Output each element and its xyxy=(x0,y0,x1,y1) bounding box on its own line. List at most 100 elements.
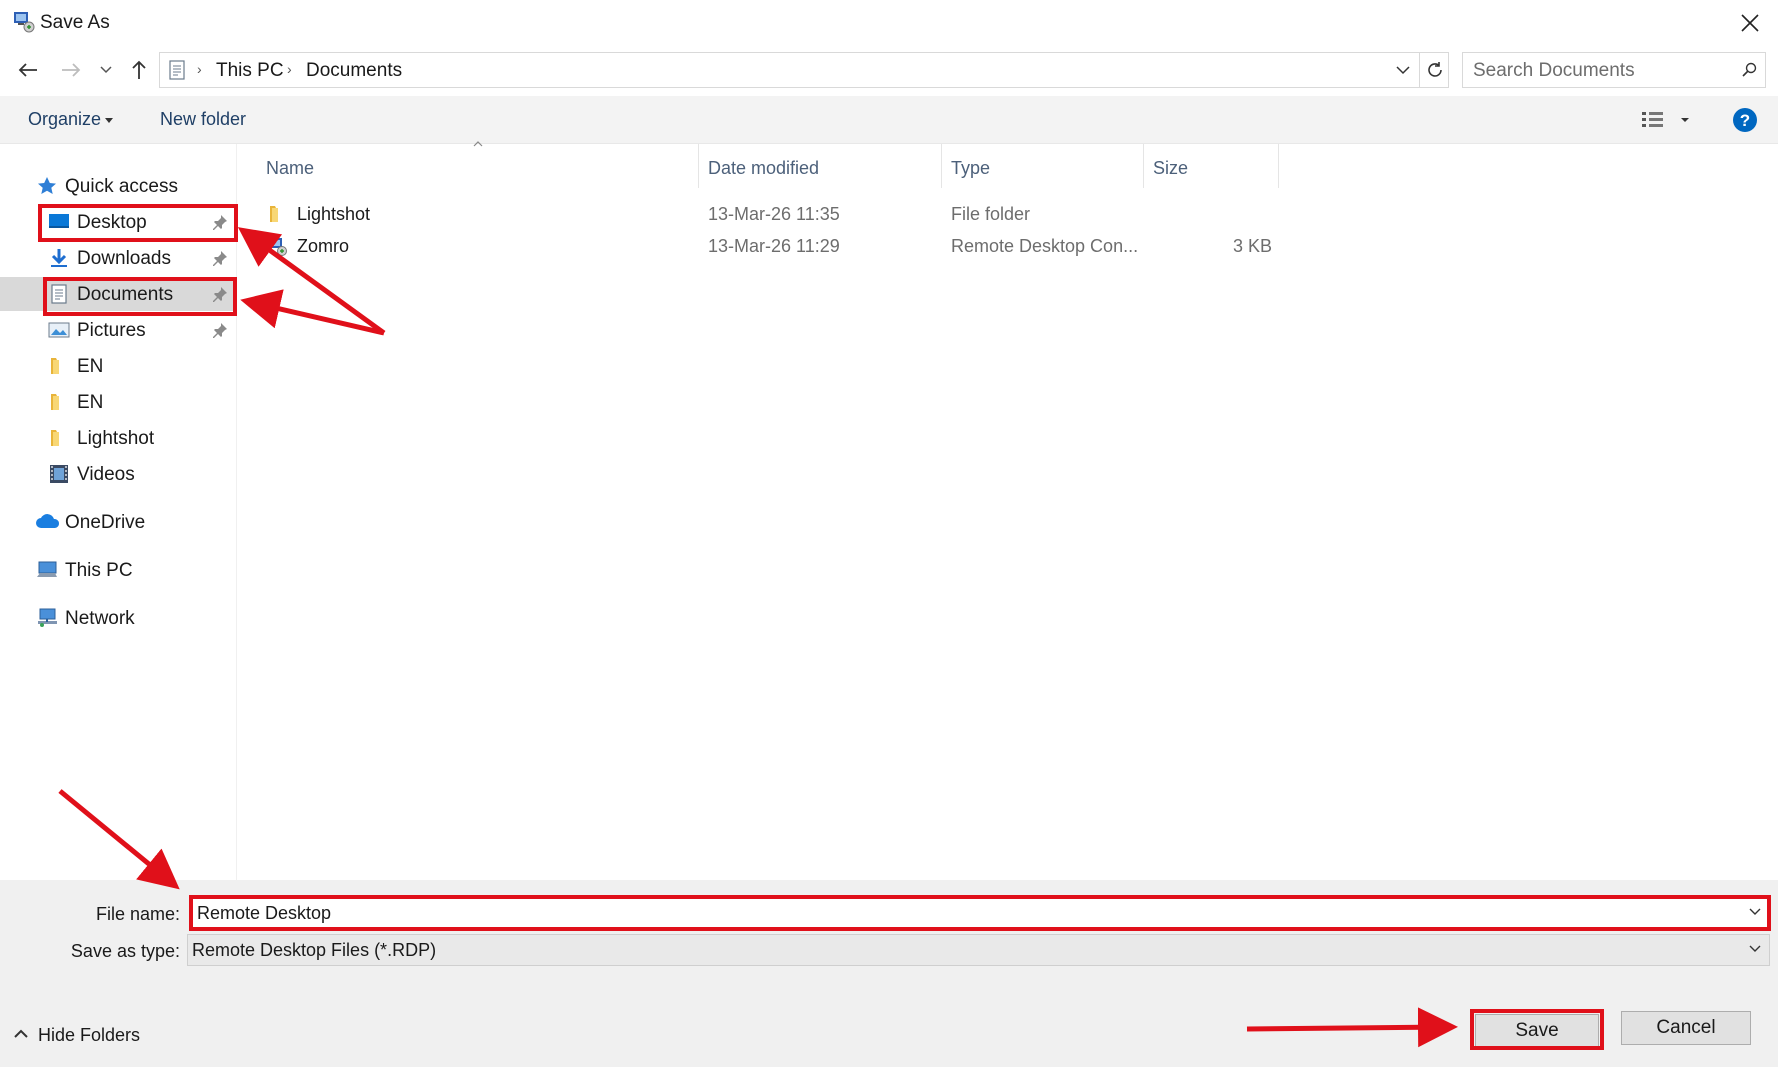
column-header-name[interactable]: Name xyxy=(266,158,314,192)
sidebar-item-this-pc[interactable]: This PC xyxy=(0,553,237,587)
file-size: 3 KB xyxy=(1233,236,1273,256)
details-view-icon xyxy=(1642,112,1689,127)
downloads-icon xyxy=(51,249,67,267)
back-button[interactable] xyxy=(13,48,43,92)
close-button[interactable] xyxy=(1730,6,1770,40)
column-divider[interactable] xyxy=(941,144,942,188)
sidebar-item-label: Desktop xyxy=(77,212,147,233)
sidebar-item-label: EN xyxy=(77,356,104,377)
change-view-button[interactable] xyxy=(1640,108,1700,132)
sidebar-item-label: Videos xyxy=(77,464,135,485)
save-options-panel: File name: Remote Desktop Save as type: … xyxy=(0,880,1778,1067)
chevron-down-icon xyxy=(1396,65,1410,74)
search-placeholder: Search Documents xyxy=(1473,60,1635,81)
new-folder-button[interactable]: New folder xyxy=(160,109,246,130)
file-name-label: File name: xyxy=(95,904,180,924)
pin-icon xyxy=(213,215,227,230)
file-name: Zomro xyxy=(297,236,350,256)
address-dropdown-button[interactable] xyxy=(1390,53,1416,87)
column-divider[interactable] xyxy=(1278,144,1279,188)
navigation-pane: Quick access Desktop Downloads Documents… xyxy=(0,144,237,880)
file-row-lightshot[interactable]: Lightshot 13-Mar-26 11:35 File folder xyxy=(238,198,1278,230)
address-bar[interactable]: › This PC › Documents xyxy=(159,52,1449,88)
sidebar-item-pictures[interactable]: Pictures xyxy=(0,313,237,347)
command-toolbar: Organize New folder xyxy=(0,96,1778,144)
file-row-zomro[interactable]: Zomro 13-Mar-26 11:29 Remote Desktop Con… xyxy=(238,230,1278,262)
sidebar-item-label: This PC xyxy=(65,560,133,581)
column-divider[interactable] xyxy=(698,144,699,188)
sidebar-item-label: OneDrive xyxy=(65,512,146,533)
pin-icon xyxy=(213,287,227,302)
arrow-right-icon xyxy=(62,63,81,77)
onedrive-cloud-icon xyxy=(36,514,60,528)
folder-icon xyxy=(270,206,278,222)
sidebar-item-lightshot[interactable]: Lightshot xyxy=(0,421,237,455)
sidebar-item-en[interactable]: EN xyxy=(0,349,237,383)
column-divider[interactable] xyxy=(1143,144,1144,188)
sidebar-item-label: Documents xyxy=(77,284,174,305)
remote-desktop-app-icon xyxy=(14,12,35,33)
close-icon xyxy=(1741,14,1759,32)
pin-icon xyxy=(213,251,227,266)
sidebar-item-downloads[interactable]: Downloads xyxy=(0,241,237,275)
sidebar-item-network[interactable]: Network xyxy=(0,601,237,635)
search-input[interactable]: Search Documents xyxy=(1462,52,1766,88)
file-name: Lightshot xyxy=(297,204,371,224)
sidebar-item-label: EN xyxy=(77,392,104,413)
recent-locations-button[interactable] xyxy=(94,48,118,92)
chevron-down-icon xyxy=(100,66,112,74)
videos-icon xyxy=(50,465,68,483)
column-header-date-modified[interactable]: Date modified xyxy=(708,158,819,192)
sidebar-item-documents[interactable]: Documents xyxy=(0,277,237,311)
rdp-file-icon xyxy=(269,238,287,256)
sidebar-item-label: Pictures xyxy=(77,320,146,341)
sidebar-item-en-2[interactable]: EN xyxy=(0,385,237,419)
star-icon xyxy=(38,177,56,194)
chevron-down-icon xyxy=(1749,945,1761,952)
file-list: Name Date modified Type Size Lightshot 1… xyxy=(238,144,1778,880)
sidebar-item-onedrive[interactable]: OneDrive xyxy=(0,505,237,539)
sidebar-item-quick-access[interactable]: Quick access xyxy=(0,169,237,203)
navigation-bar: › This PC › Documents Search Documents xyxy=(0,48,1778,92)
svg-text:?: ? xyxy=(1740,111,1750,130)
computer-icon xyxy=(37,561,57,577)
refresh-icon xyxy=(1427,62,1442,77)
save-as-type-label: Save as type: xyxy=(70,941,180,961)
breadcrumb-separator: › xyxy=(197,61,202,77)
file-type: Remote Desktop Con... xyxy=(951,236,1139,256)
file-name-input[interactable]: Remote Desktop xyxy=(190,898,1770,928)
pin-icon xyxy=(213,323,227,338)
save-as-type-select[interactable]: Remote Desktop Files (*.RDP) xyxy=(187,934,1770,966)
folder-icon xyxy=(51,430,59,446)
column-header-type[interactable]: Type xyxy=(951,158,990,192)
sidebar-item-videos[interactable]: Videos xyxy=(0,457,237,491)
file-date-modified: 13-Mar-26 11:35 xyxy=(708,204,840,224)
sidebar-item-label: Network xyxy=(65,608,135,629)
cancel-button[interactable]: Cancel xyxy=(1621,1011,1751,1045)
chevron-up-icon xyxy=(14,1029,28,1038)
network-icon xyxy=(38,608,57,627)
breadcrumb-documents[interactable]: Documents xyxy=(306,60,402,82)
title-bar: Save As xyxy=(0,0,1778,44)
save-button[interactable]: Save xyxy=(1475,1014,1599,1048)
arrow-left-icon xyxy=(18,63,37,77)
forward-button[interactable] xyxy=(56,48,86,92)
organize-button[interactable]: Organize xyxy=(28,109,101,130)
pictures-icon xyxy=(48,322,70,338)
sort-ascending-icon xyxy=(473,139,483,150)
file-type: File folder xyxy=(951,204,1031,224)
window-title: Save As xyxy=(40,12,110,33)
refresh-button[interactable] xyxy=(1419,53,1449,87)
breadcrumb-this-pc[interactable]: This PC xyxy=(216,60,284,82)
sidebar-item-desktop[interactable]: Desktop xyxy=(0,205,237,239)
column-header-size[interactable]: Size xyxy=(1153,158,1188,192)
chevron-down-icon[interactable] xyxy=(1749,908,1761,916)
sidebar-item-label: Quick access xyxy=(65,176,178,197)
hide-folders-label: Hide Folders xyxy=(38,1025,141,1045)
sidebar-item-label: Downloads xyxy=(77,248,171,269)
folder-icon xyxy=(51,358,59,374)
help-button[interactable]: ? xyxy=(1732,107,1758,139)
save-as-type-value: Remote Desktop Files (*.RDP) xyxy=(192,940,437,960)
up-button[interactable] xyxy=(124,48,154,92)
help-icon: ? xyxy=(1733,108,1757,132)
